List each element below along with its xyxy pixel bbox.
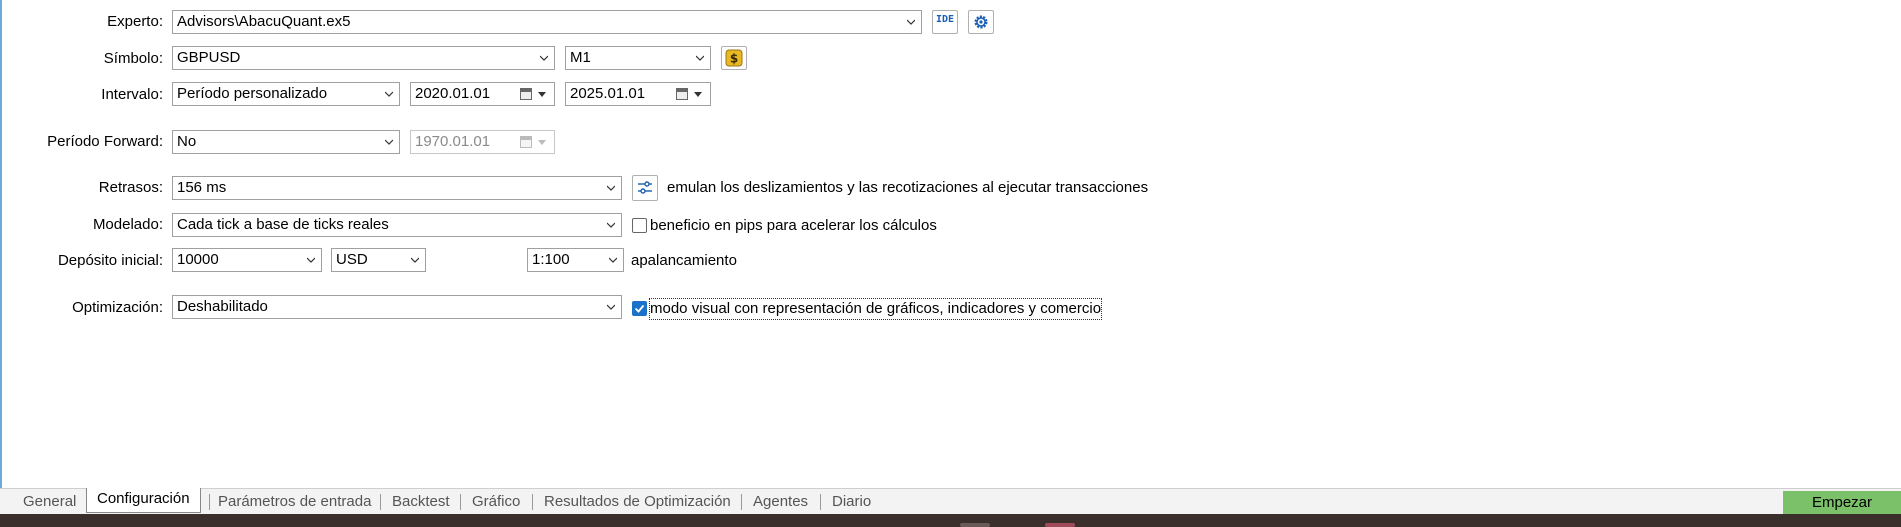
chevron-down-icon [540, 55, 548, 61]
tab-grafico[interactable]: Gráfico [472, 491, 520, 513]
interval-from-date[interactable]: 2020.01.01 [410, 82, 555, 106]
interval-from-value: 2020.01.01 [415, 85, 491, 102]
optimization-select[interactable]: Deshabilitado [172, 295, 622, 319]
deposit-label: Depósito inicial: [57, 252, 163, 269]
chevron-down-icon [907, 19, 915, 25]
tab-diario[interactable]: Diario [832, 491, 871, 513]
currency-value: USD [336, 251, 368, 268]
interval-to-value: 2025.01.01 [570, 85, 646, 102]
svg-text:$: $ [730, 52, 738, 66]
leverage-value: 1:100 [532, 251, 570, 268]
currency-select[interactable]: USD [331, 248, 426, 272]
window-left-border [0, 0, 2, 488]
interval-value: Período personalizado [177, 85, 328, 102]
forward-value: No [177, 133, 197, 150]
delays-settings-button[interactable] [632, 175, 658, 201]
tab-general[interactable]: General [23, 491, 76, 513]
forward-date-value: 1970.01.01 [415, 133, 491, 150]
expert-value: Advisors\AbacuQuant.ex5 [177, 13, 351, 30]
calendar-icon [520, 136, 532, 148]
tab-separator [532, 494, 533, 510]
forward-label: Período Forward: [47, 133, 163, 150]
taskbar-indicator [960, 523, 990, 527]
tab-backtest[interactable]: Backtest [392, 491, 450, 513]
symbol-label: Símbolo: [103, 50, 163, 67]
chevron-down-icon [696, 55, 704, 61]
chevron-down-icon [385, 139, 393, 145]
visual-mode-checkbox[interactable] [632, 301, 647, 316]
timeframe-value: M1 [570, 49, 591, 66]
calendar-icon[interactable] [676, 88, 688, 100]
tab-separator [820, 494, 821, 510]
delays-label: Retrasos: [98, 179, 163, 196]
ide-icon: IDE [936, 14, 955, 25]
modeling-select[interactable]: Cada tick a base de ticks reales [172, 213, 622, 237]
chevron-down-icon [607, 185, 615, 191]
expert-settings-button[interactable] [968, 10, 994, 34]
sliders-icon [638, 181, 652, 194]
calendar-icon[interactable] [520, 88, 532, 100]
ide-button[interactable]: IDE [932, 10, 958, 34]
chevron-down-icon [607, 304, 615, 310]
tab-configuracion[interactable]: Configuración [86, 488, 201, 513]
leverage-label: apalancamiento [631, 252, 737, 269]
tab-separator [460, 494, 461, 510]
chevron-down-icon [411, 257, 419, 263]
expert-label: Experto: [107, 13, 163, 30]
start-button[interactable]: Empezar [1783, 491, 1901, 514]
delays-note: emulan los deslizamientos y las recotiza… [667, 179, 1149, 196]
interval-label: Intervalo: [101, 86, 163, 103]
chevron-down-icon [607, 222, 615, 228]
optimization-label: Optimización: [72, 299, 163, 316]
dropdown-arrow-icon [694, 92, 702, 97]
tab-separator [380, 494, 381, 510]
delays-select[interactable]: 156 ms [172, 176, 622, 200]
tab-separator [209, 494, 210, 510]
modeling-label: Modelado: [92, 216, 163, 233]
pips-checkbox[interactable] [632, 218, 647, 233]
gear-icon [974, 15, 988, 29]
dropdown-arrow-icon [538, 92, 546, 97]
taskbar [0, 514, 1901, 527]
coin-icon: $ [725, 49, 743, 67]
symbol-properties-button[interactable]: $ [721, 46, 747, 70]
timeframe-select[interactable]: M1 [565, 46, 711, 70]
checkmark-icon [634, 304, 645, 313]
chevron-down-icon [385, 91, 393, 97]
symbol-select[interactable]: GBPUSD [172, 46, 555, 70]
deposit-value: 10000 [177, 251, 219, 268]
deposit-select[interactable]: 10000 [172, 248, 322, 272]
interval-to-date[interactable]: 2025.01.01 [565, 82, 711, 106]
interval-select[interactable]: Período personalizado [172, 82, 400, 106]
symbol-value: GBPUSD [177, 49, 241, 66]
optimization-value: Deshabilitado [177, 298, 268, 315]
expert-select[interactable]: Advisors\AbacuQuant.ex5 [172, 10, 922, 34]
tab-parametros-entrada[interactable]: Parámetros de entrada [218, 491, 371, 513]
delays-value: 156 ms [177, 179, 227, 196]
forward-date: 1970.01.01 [410, 130, 555, 154]
pips-label: beneficio en pips para acelerar los cálc… [650, 217, 937, 234]
chevron-down-icon [307, 257, 315, 263]
forward-select[interactable]: No [172, 130, 400, 154]
tab-resultados-optimizacion[interactable]: Resultados de Optimización [544, 491, 731, 513]
visual-mode-label[interactable]: modo visual con representación de gráfic… [648, 298, 1103, 320]
leverage-select[interactable]: 1:100 [527, 248, 624, 272]
modeling-value: Cada tick a base de ticks reales [177, 216, 389, 233]
tab-agentes[interactable]: Agentes [753, 491, 808, 513]
chevron-down-icon [609, 257, 617, 263]
tab-separator [741, 494, 742, 510]
dropdown-arrow-icon [538, 140, 546, 145]
taskbar-indicator [1045, 523, 1075, 527]
